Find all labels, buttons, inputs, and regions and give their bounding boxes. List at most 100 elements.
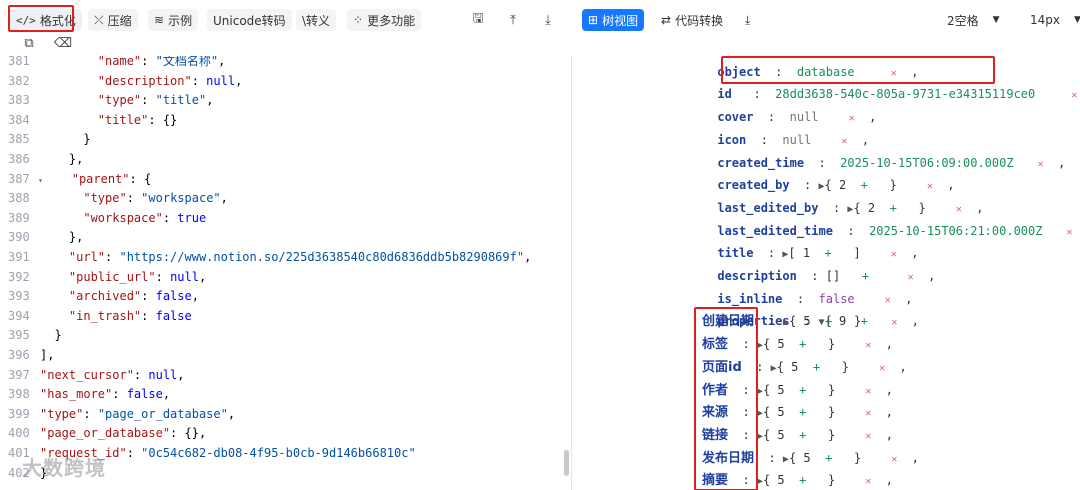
tree-row-object: object : database ✕ , [717, 64, 919, 79]
code-line: 387 ▾ "parent": { [0, 170, 572, 190]
font-size-select[interactable]: 14px ▼ [1030, 9, 1080, 31]
line-number: 385 [8, 132, 30, 147]
tree-row-id: id : 28dd3638-540c-805a-9731-e34315119ce… [717, 87, 1078, 102]
code-line: 396], [0, 346, 572, 366]
code-line: 386 }, [0, 150, 572, 170]
tree-row-property: 来源 : ▶{ 5 + } ✕ , [702, 405, 894, 421]
code-text: "title": {} [97, 112, 178, 127]
more-features-button[interactable]: ⁘ 更多功能 [347, 9, 422, 31]
scrollbar[interactable] [564, 450, 569, 476]
line-number: 392 [8, 269, 30, 284]
chevron-down-icon: ▼ [1074, 15, 1080, 25]
code-area[interactable]: 381 "name": "文档名称", 382 "description": nu… [0, 56, 572, 490]
chevron-down-icon: ▼ [992, 15, 1000, 25]
code-text: "url": "https://www.notion.so/225d363854… [68, 250, 532, 264]
grid-icon: ⁘ [353, 13, 364, 27]
convert-icon: ⇄ [661, 13, 672, 27]
line-number: 386 [8, 152, 30, 166]
tab-tree-view[interactable]: ⊞ 树视图 [582, 9, 645, 31]
save-icon[interactable]: 🖫 [466, 9, 490, 31]
property-key: 来源 [702, 405, 729, 421]
tree-row-property: 创建日期 : ▶{ 5 + } ✕ , [702, 314, 920, 330]
indent-select[interactable]: 2空格 ▼ [947, 9, 1000, 31]
code-text: "workspace": true [83, 210, 207, 225]
escape-button[interactable]: \转义 [296, 9, 337, 31]
line-number: 389 [8, 210, 30, 225]
line-number: 397 [8, 367, 30, 382]
code-line: 394 "in_trash": false [0, 307, 572, 327]
property-key: 摘要 [702, 473, 729, 489]
property-count: 5 [777, 382, 785, 397]
tree-row-property: 作者 : ▶{ 5 + } ✕ , [702, 382, 894, 398]
tree-row-title: title : ▶[ 1 + ] ✕ , [717, 246, 919, 261]
tree-row-icon: icon : null ✕ , [717, 132, 870, 147]
clear-icon[interactable]: ⌫ [51, 32, 75, 54]
code-line: 385 } [0, 130, 572, 150]
tree-row-property: 发布日期 : ▶{ 5 + } ✕ , [702, 450, 920, 466]
code-text: "page_or_database": {}, [40, 426, 207, 441]
example-button[interactable]: ≋ 示例 [148, 9, 199, 31]
line-number: 395 [8, 328, 30, 343]
line-number: 391 [8, 250, 30, 264]
tab-code-convert[interactable]: ⇄ 代码转换 [655, 9, 729, 31]
code-icon: </> [16, 13, 36, 27]
code-text: }, [40, 230, 84, 245]
code-editor-pane: </> 格式化 ⤫ 压缩 ≋ 示例 Unicode转码 \转义 ⁘ 更多功能 🖫… [0, 0, 572, 490]
code-line: 392 "public_url": null, [0, 268, 572, 288]
property-key: 链接 [702, 427, 729, 443]
line-number: 393 [8, 289, 30, 304]
code-line: 382 "description": null, [0, 72, 572, 92]
tree-row-property: 页面id : ▶{ 5 + } ✕ , [702, 359, 907, 375]
property-key: 标签 [702, 337, 729, 353]
line-number: 394 [8, 308, 30, 323]
code-text: "type": "page_or_database", [40, 406, 236, 421]
compress-button[interactable]: ⤫ 压缩 [88, 9, 138, 31]
property-key: 发布日期 [702, 450, 755, 466]
property-count: 5 [777, 427, 785, 442]
format-button[interactable]: </> 格式化 [10, 9, 82, 31]
property-count: 5 [803, 450, 811, 465]
code-line: 393 "archived": false, [0, 287, 572, 307]
code-line: 381 "name": "文档名称", [0, 56, 572, 72]
line-number: 399 [8, 406, 30, 421]
code-text: "type": "title", [97, 93, 214, 108]
property-count: 5 [777, 405, 785, 420]
json-tree: object : database ✕ , id : 28dd3638-540c… [573, 38, 1080, 490]
tree-row-last-edited-by: last_edited_by : ▶{ 2 + } ✕ , [717, 200, 984, 215]
download-icon[interactable]: ⤓ [536, 9, 560, 31]
tree-view-pane: ⊞ 树视图 ⇄ 代码转换 ⤓ 2空格 ▼ 14px ▼ object : dat… [573, 0, 1080, 490]
code-text: } [40, 328, 62, 343]
code-text: "parent": { [71, 171, 152, 186]
code-line: 397 "next_cursor": null, [0, 366, 572, 386]
compress-icon: ⤫ [94, 12, 104, 27]
property-key: 作者 [702, 382, 729, 398]
tree-row-created-time: created_time : 2025-10-15T06:09:00.000Z … [717, 155, 1066, 170]
tree-icon: ⊞ [588, 13, 599, 27]
line-number: 390 [8, 230, 30, 245]
code-line: 391 "url": "https://www.notion.so/225d36… [0, 248, 572, 268]
download-icon[interactable]: ⤓ [739, 9, 756, 31]
code-text: "description": null, [97, 73, 243, 88]
line-number: 387 [8, 171, 30, 186]
code-text: "type": "workspace", [83, 191, 228, 206]
code-line: 389 "workspace": true [0, 209, 572, 229]
property-count: 5 [803, 314, 811, 329]
code-text: "archived": false, [68, 289, 199, 304]
code-text: "has_more": false, [40, 387, 171, 402]
code-line: 384 "title": {} [0, 111, 572, 131]
editor-toolbar: </> 格式化 ⤫ 压缩 ≋ 示例 Unicode转码 \转义 ⁘ 更多功能 🖫… [0, 0, 572, 56]
upload-icon[interactable]: ⤒ [501, 9, 525, 31]
layers-icon: ≋ [154, 13, 165, 27]
tree-row-description: description : [] + ✕ , [717, 269, 936, 283]
code-line: 383 "type": "title", [0, 91, 572, 111]
tree-row-property: 链接 : ▶{ 5 + } ✕ , [702, 427, 894, 443]
code-line: 399 "type": "page_or_database", [0, 405, 572, 425]
line-number: 381 [8, 56, 30, 68]
code-text: }, [40, 152, 84, 166]
tree-row-property: 摘要 : ▶{ 5 + } ✕ , [702, 473, 894, 489]
code-text: "next_cursor": null, [40, 367, 185, 382]
tree-row-is-inline: is_inline : false ✕ , [717, 291, 913, 306]
line-number: 400 [8, 426, 30, 441]
copy-icon[interactable]: ⧉ [17, 32, 41, 54]
unicode-button[interactable]: Unicode转码 [207, 9, 292, 31]
